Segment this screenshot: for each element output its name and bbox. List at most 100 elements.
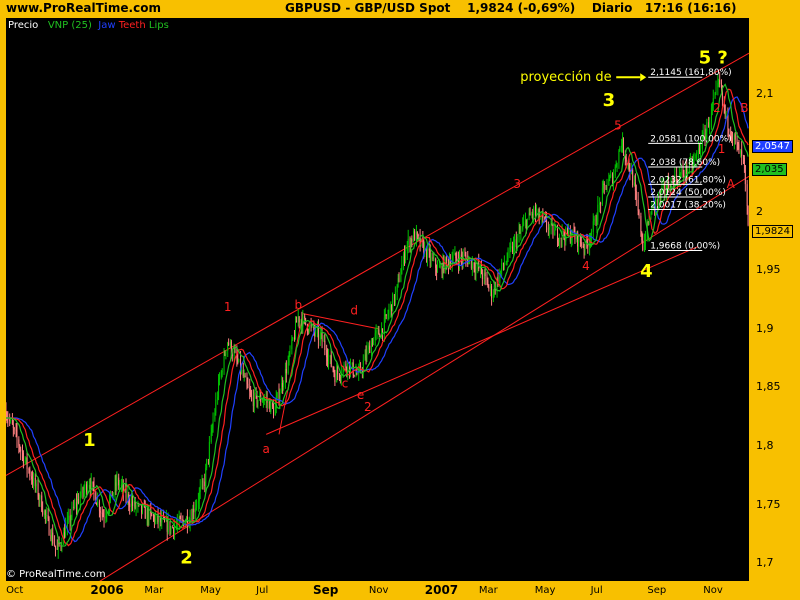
candle-body [507, 249, 509, 260]
plot-area[interactable]: 2,1145 (161,80%) 2,0581 (100,00%) 2,038 (7… [6, 18, 749, 581]
candle-body [490, 286, 492, 288]
candle-body [29, 469, 31, 477]
candle-body [644, 239, 646, 242]
candle-body [717, 82, 719, 88]
wave-label: 1 [83, 430, 96, 451]
candle-body [225, 351, 227, 355]
candle-body [454, 252, 456, 256]
channel-line [278, 313, 304, 435]
chart-title: GBPUSD - GBP/USD Spot 1,9824 (-0,69%) Di… [285, 1, 736, 15]
candle-body [641, 231, 643, 241]
candle-body [24, 460, 26, 464]
candle-body [736, 139, 738, 143]
candle-body [345, 364, 347, 369]
candle-body [368, 345, 370, 350]
candle-body [557, 241, 559, 243]
candle-body [105, 516, 107, 519]
candle-body [714, 93, 716, 99]
candle-body [602, 183, 604, 189]
candle-body [633, 182, 635, 186]
candle-body [364, 354, 366, 361]
candle-body [67, 515, 69, 521]
candle-body [77, 499, 79, 504]
x-tick-label: 2006 [90, 583, 124, 597]
y-tick-label: 1,9 [756, 321, 774, 335]
candle-body [640, 215, 642, 232]
candle-body [728, 128, 730, 132]
candle-body [221, 371, 223, 373]
candle-body [205, 468, 207, 487]
candle-body [92, 481, 94, 485]
candle-body [500, 270, 502, 274]
candle-body [204, 481, 206, 487]
x-tick-label: Jul [590, 585, 603, 596]
candle-body [76, 502, 78, 506]
y-tick-label: 1,8 [756, 439, 774, 453]
candle-body [410, 239, 412, 248]
candle-body [285, 368, 287, 374]
candle-body [523, 222, 525, 226]
candle-body [175, 525, 177, 527]
candle-body [16, 431, 18, 440]
price-chart[interactable]: 2,1145 (161,80%)2,0581 (100,00%)2,038 (7… [6, 18, 749, 581]
candle-body [64, 532, 66, 538]
candle-body [533, 207, 535, 216]
candle-body [635, 190, 637, 200]
wave-label: b [294, 298, 302, 312]
candle-body [197, 501, 199, 504]
wave-label: e [357, 388, 364, 402]
candle-body [356, 372, 358, 375]
candle-body [215, 399, 217, 413]
candle-body [262, 401, 264, 403]
candle-body [391, 304, 393, 312]
candle-body [21, 451, 23, 453]
price-badge: 2,035 [752, 163, 787, 177]
candle-body [18, 439, 20, 446]
candle-body [88, 485, 90, 488]
candle-body [180, 518, 182, 520]
candle-body [119, 485, 121, 487]
candle-body [579, 236, 581, 243]
candle-body [338, 374, 340, 378]
candle-body [80, 488, 82, 497]
candle-body [400, 274, 402, 282]
candle-body [734, 134, 736, 140]
candle-body [214, 412, 216, 420]
candle-body [327, 356, 329, 362]
candle-body [708, 122, 710, 128]
candle-body [12, 424, 14, 429]
candle-body [56, 547, 58, 550]
candle-body [218, 377, 220, 380]
candle-body [558, 237, 560, 242]
candle-body [568, 230, 570, 234]
projection-label: proyección de [520, 70, 611, 85]
candle-body [170, 527, 172, 532]
candle-body [411, 239, 413, 242]
candle-body [436, 267, 438, 272]
wave-label: c [342, 376, 349, 390]
candle-body [69, 515, 71, 523]
candle-body [570, 238, 572, 242]
candle-body [622, 139, 624, 146]
candle-body [650, 214, 652, 216]
candle-body [257, 400, 259, 404]
candle-body [393, 294, 395, 302]
candle-body [398, 278, 400, 282]
site-name[interactable]: www.ProRealTime.com [6, 1, 161, 15]
candle-body [413, 231, 415, 242]
candle-body [321, 333, 323, 342]
candle-body [537, 209, 539, 213]
candle-body [733, 134, 735, 141]
candle-body [238, 359, 240, 362]
candle-body [41, 495, 43, 511]
candle-body [268, 401, 270, 403]
candle-body [246, 377, 248, 384]
x-tick-label: Jul [256, 585, 269, 596]
candle-body [632, 169, 634, 186]
candle-body [414, 231, 416, 241]
x-tick-label: Nov [703, 585, 723, 596]
candle-body [50, 535, 52, 540]
candle-body [394, 292, 396, 302]
y-tick-label: 1,95 [756, 263, 781, 277]
candle-body [392, 294, 394, 312]
